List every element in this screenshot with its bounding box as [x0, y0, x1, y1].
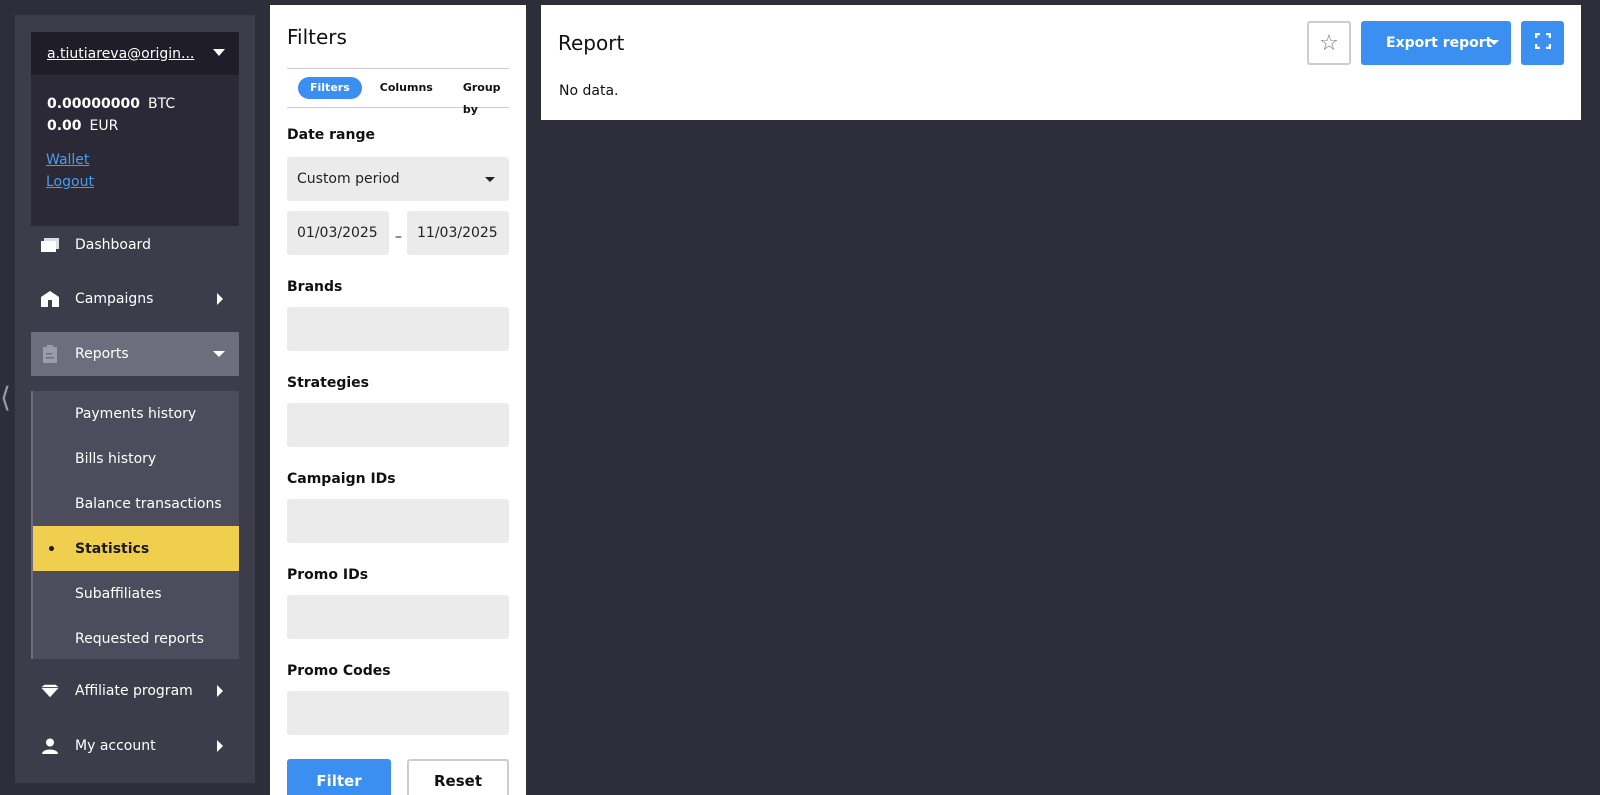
balance-eur: 0.00 EUR [31, 115, 239, 137]
account-email[interactable]: a.tiutiareva@origin... [47, 46, 197, 62]
chevron-down-icon [1489, 40, 1499, 45]
tab-group-by[interactable]: Group by [451, 77, 513, 116]
dashboard-icon [41, 237, 59, 253]
user-icon [41, 738, 59, 754]
promo-ids-select[interactable] [287, 595, 509, 639]
sidebar-item-label: Dashboard [75, 237, 151, 253]
sidebar-item-reports[interactable]: Reports [31, 332, 239, 376]
promo-ids-label: Promo IDs [287, 567, 369, 583]
sidebar-item-affiliate-program[interactable]: Affiliate program [31, 669, 239, 713]
favorite-button[interactable]: ☆ [1307, 21, 1351, 65]
chevron-down-icon [485, 177, 495, 182]
brands-select[interactable] [287, 307, 509, 351]
date-range-value: Custom period [297, 171, 400, 187]
date-to-input[interactable]: 11/03/2025 [407, 211, 509, 255]
submenu-item-bills-history[interactable]: Bills history [33, 436, 239, 481]
submenu-item-label: Subaffiliates [75, 585, 162, 602]
date-from-input[interactable]: 01/03/2025 [287, 211, 389, 255]
submenu-item-statistics[interactable]: Statistics [33, 526, 239, 571]
submenu-item-subaffiliates[interactable]: Subaffiliates [33, 571, 239, 616]
balances: 0.00000000 BTC 0.00 EUR [31, 75, 239, 137]
report-empty-text: No data. [559, 83, 619, 99]
reports-submenu: Payments history Bills history Balance t… [31, 391, 239, 659]
export-report-label: Export report [1386, 35, 1493, 51]
submenu-item-label: Statistics [75, 540, 150, 557]
tab-filters[interactable]: Filters [298, 77, 362, 99]
home-icon [41, 291, 59, 307]
star-icon: ☆ [1319, 30, 1339, 56]
active-bullet-icon [49, 546, 54, 551]
sidebar-item-label: Reports [75, 346, 129, 362]
chevron-down-icon[interactable] [213, 49, 225, 56]
chevron-right-icon [217, 293, 223, 305]
export-report-button[interactable]: Export report [1361, 21, 1511, 65]
filters-tabbar: Filters Columns Group by [287, 68, 509, 116]
balance-amount: 0.00 [47, 118, 82, 134]
submenu-item-payments-history[interactable]: Payments history [33, 391, 239, 436]
fullscreen-icon [1534, 32, 1551, 53]
clipboard-icon [41, 345, 59, 363]
submenu-item-requested-reports[interactable]: Requested reports [33, 616, 239, 661]
balance-currency: BTC [148, 96, 176, 112]
sidebar-item-label: Campaigns [75, 291, 154, 307]
submenu-item-label: Requested reports [75, 630, 204, 647]
account-dropdown[interactable]: a.tiutiareva@origin... [31, 32, 239, 75]
submenu-item-label: Bills history [75, 450, 157, 467]
sidebar-item-dashboard[interactable]: Dashboard [31, 223, 239, 267]
account-box: a.tiutiareva@origin... 0.00000000 BTC 0.0… [31, 32, 239, 226]
strategies-select[interactable] [287, 403, 509, 447]
date-range-label: Date range [287, 127, 375, 143]
promo-codes-input[interactable] [287, 691, 509, 735]
filters-title: Filters [287, 25, 347, 49]
submenu-item-label: Balance transactions [75, 495, 222, 512]
logout-link[interactable]: Logout [46, 171, 239, 193]
report-title: Report [558, 31, 625, 55]
sidebar-item-label: My account [75, 738, 156, 754]
campaign-ids-label: Campaign IDs [287, 471, 396, 487]
reset-button[interactable]: Reset [407, 759, 509, 795]
sidebar-item-campaigns[interactable]: Campaigns [31, 277, 239, 321]
submenu-item-balance-transactions[interactable]: Balance transactions [33, 481, 239, 526]
submenu-item-label: Payments history [75, 405, 197, 422]
sidebar-item-my-account[interactable]: My account [31, 724, 239, 768]
chevron-right-icon [217, 685, 223, 697]
account-links: Wallet Logout [31, 137, 239, 193]
balance-currency: EUR [89, 118, 119, 134]
balance-btc: 0.00000000 BTC [31, 93, 239, 115]
report-panel: Report No data. ☆ Export report [541, 5, 1581, 120]
sidebar-collapse-handle[interactable]: ⟨ [0, 380, 12, 416]
sidebar: a.tiutiareva@origin... 0.00000000 BTC 0.0… [15, 15, 255, 783]
strategies-label: Strategies [287, 375, 369, 391]
date-separator: – [395, 229, 402, 245]
chevron-down-icon [213, 351, 225, 357]
fullscreen-button[interactable] [1521, 21, 1564, 65]
brands-label: Brands [287, 279, 343, 295]
date-range-select[interactable]: Custom period [287, 157, 509, 201]
campaign-ids-select[interactable] [287, 499, 509, 543]
filter-button[interactable]: Filter [287, 759, 391, 795]
promo-codes-label: Promo Codes [287, 663, 391, 679]
filters-panel: Filters Filters Columns Group by Date ra… [270, 5, 526, 795]
sidebar-item-label: Affiliate program [75, 683, 193, 699]
tab-columns[interactable]: Columns [368, 77, 445, 99]
diamond-icon [41, 683, 59, 699]
chevron-right-icon [217, 740, 223, 752]
balance-amount: 0.00000000 [47, 96, 140, 112]
wallet-link[interactable]: Wallet [46, 149, 239, 171]
